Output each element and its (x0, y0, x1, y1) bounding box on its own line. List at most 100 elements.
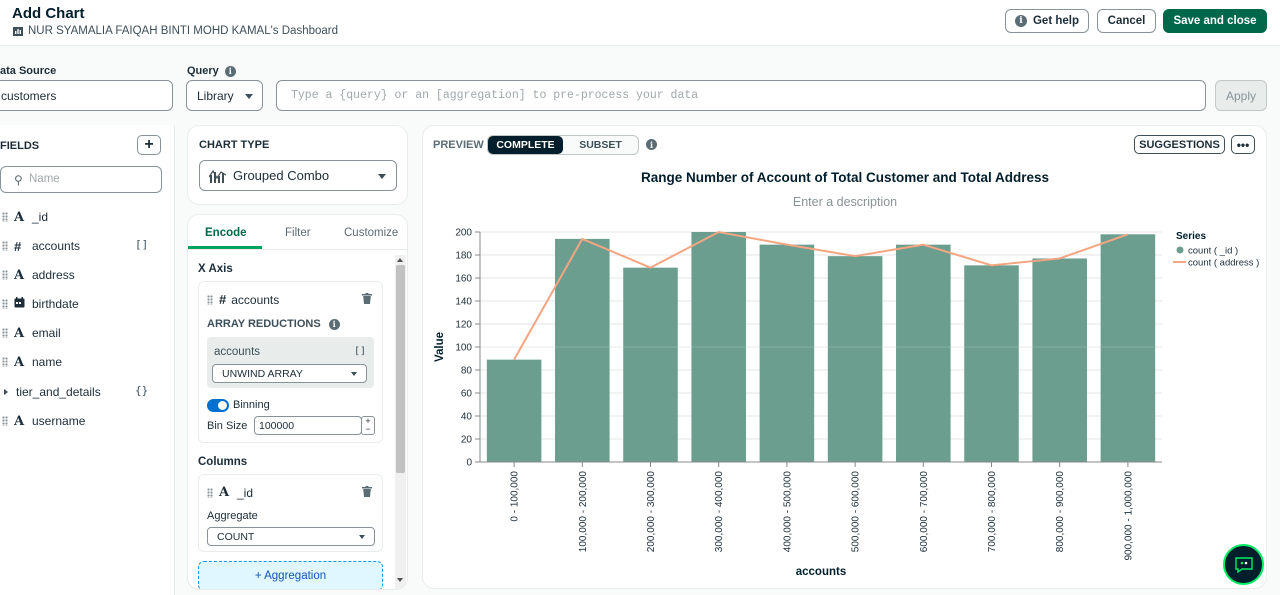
plot-area: 0 20 40 60 80 100 120 140 160 180 200 0 - 100,000 10… (434, 228, 1259, 579)
aggregate-select[interactable]: COUNT (207, 527, 375, 546)
query-input[interactable]: Type a {query} or an [aggregation] to pr… (276, 80, 1206, 111)
drag-handle-icon[interactable] (207, 487, 213, 498)
field-search-placeholder: Name (29, 173, 60, 185)
plus-icon: + (144, 136, 154, 153)
drag-handle-icon[interactable] (2, 416, 8, 426)
cancel-button[interactable]: Cancel (1097, 9, 1156, 33)
fields-panel: FIELDS + ⚲ Name A _id # accounts [] Aaddress b… (0, 125, 175, 595)
array-reduction-select[interactable]: UNWIND ARRAY (212, 364, 367, 383)
chat-assistant-button[interactable] (1223, 544, 1264, 585)
drag-handle-icon[interactable] (2, 241, 8, 251)
y-tick-label: 60 (461, 389, 473, 400)
drag-handle-icon[interactable] (2, 299, 8, 309)
column-field-name: _id (237, 485, 254, 500)
bar-6[interactable] (896, 244, 951, 462)
legend-title: Series (1176, 231, 1206, 242)
chevron-down-icon (359, 535, 365, 539)
x-tick-label: 500,000 - 600,000 (851, 471, 862, 553)
tab-customize[interactable]: Customize (344, 227, 398, 239)
chart-type-panel: CHART TYPE Grouped Combo (187, 125, 408, 205)
combo-chart-icon (209, 169, 227, 183)
bar-2[interactable] (623, 267, 678, 462)
field-name: _id (32, 210, 49, 224)
trash-icon[interactable] (362, 293, 372, 304)
get-help-button[interactable]: i Get help (1005, 9, 1089, 33)
chart-type-select[interactable]: Grouped Combo (199, 160, 397, 191)
search-icon: ⚲ (14, 173, 23, 187)
bar-0[interactable] (486, 359, 542, 462)
drag-handle-icon[interactable] (2, 212, 8, 222)
array-suffix: [] (353, 346, 366, 357)
string-type-icon: A (14, 267, 25, 283)
trash-icon[interactable] (362, 486, 372, 497)
add-aggregation-button[interactable]: + Aggregation (198, 561, 383, 589)
expand-caret-icon[interactable] (4, 389, 8, 395)
bar-7[interactable] (964, 265, 1019, 462)
field-item--id[interactable]: A _id (2, 207, 48, 227)
scrollbar-thumb[interactable] (396, 265, 405, 473)
y-axis-label: Value (434, 332, 446, 362)
chart-type-title: CHART TYPE (199, 139, 270, 151)
encode-panel: Encode Filter Customize X Axis # account… (187, 214, 408, 590)
apply-button[interactable]: Apply (1215, 80, 1267, 111)
field-item-tier-and-details[interactable]: tier_and_details (2, 382, 101, 402)
field-item-email[interactable]: Aemail (2, 323, 61, 343)
drag-handle-icon[interactable] (2, 357, 8, 367)
dashboard-breadcrumb[interactable]: NUR SYAMALIA FAIQAH BINTI MOHD KAMAL's D… (13, 25, 338, 37)
x-axis-title: X Axis (198, 263, 233, 275)
data-source-select[interactable]: customers (0, 80, 173, 111)
bin-size-stepper[interactable]: + − (361, 416, 375, 435)
string-type-icon: A (219, 485, 230, 500)
bin-size-input[interactable]: 100000 (254, 416, 362, 435)
query-label-row: Query i (187, 65, 236, 77)
legend-item-id[interactable]: count ( _id ) (1188, 246, 1238, 257)
bar-5[interactable] (827, 256, 883, 462)
bar-8[interactable] (1032, 258, 1087, 462)
chart-description-input[interactable]: Enter a description (793, 195, 897, 209)
field-item-name[interactable]: Aname (2, 352, 62, 372)
array-info-icon[interactable]: i (328, 318, 340, 330)
bar-9[interactable] (1100, 234, 1156, 462)
field-type-suffix: [] (135, 238, 149, 251)
column-field-chip[interactable]: A _id (207, 485, 253, 500)
array-reduction-value: UNWIND ARRAY (222, 368, 303, 380)
binning-toggle[interactable] (207, 399, 229, 412)
x-tick-label: 900,000 - 1,000,000 (1123, 471, 1134, 561)
field-item-accounts[interactable]: # accounts (2, 236, 80, 256)
tab-filter[interactable]: Filter (285, 227, 311, 239)
field-item-address[interactable]: Aaddress (2, 265, 75, 285)
drag-handle-icon[interactable] (207, 294, 213, 305)
save-and-close-button[interactable]: Save and close (1163, 9, 1267, 33)
field-item-username[interactable]: Ausername (2, 411, 85, 431)
chevron-down-icon (245, 94, 254, 100)
string-type-icon: A (14, 325, 25, 341)
bar-4[interactable] (759, 244, 815, 462)
add-field-button[interactable]: + (137, 135, 161, 155)
x-tick-label: 700,000 - 800,000 (987, 471, 998, 553)
x-tick-label: 200,000 - 300,000 (646, 471, 657, 553)
string-type-icon: A (14, 413, 25, 429)
drag-handle-icon[interactable] (2, 270, 8, 280)
y-tick-label: 0 (466, 458, 472, 469)
active-tab-indicator (188, 246, 262, 249)
field-search-input[interactable]: ⚲ Name (0, 166, 162, 193)
scroll-up-icon[interactable] (397, 258, 403, 262)
legend-item-address[interactable]: count ( address ) (1188, 258, 1259, 269)
columns-card: A _id Aggregate COUNT (198, 474, 383, 552)
y-tick-label: 120 (455, 320, 472, 331)
library-dropdown[interactable]: Library (186, 80, 263, 111)
field-name: address (32, 268, 75, 282)
x-tick-label: 100,000 - 200,000 (578, 471, 589, 553)
dashboard-icon (13, 26, 23, 36)
field-item-birthdate[interactable]: birthdate (2, 294, 79, 314)
data-source-label: ata Source (0, 65, 57, 77)
library-label: Library (197, 89, 234, 103)
query-info-icon[interactable]: i (224, 65, 236, 77)
string-type-icon: A (14, 354, 25, 370)
drag-handle-icon[interactable] (2, 328, 8, 338)
x-field-chip[interactable]: # accounts (207, 292, 279, 307)
chart-title: Range Number of Account of Total Custome… (641, 170, 1049, 185)
scroll-down-icon[interactable] (397, 578, 403, 582)
tab-encode[interactable]: Encode (205, 227, 247, 239)
field-name: username (32, 414, 86, 428)
